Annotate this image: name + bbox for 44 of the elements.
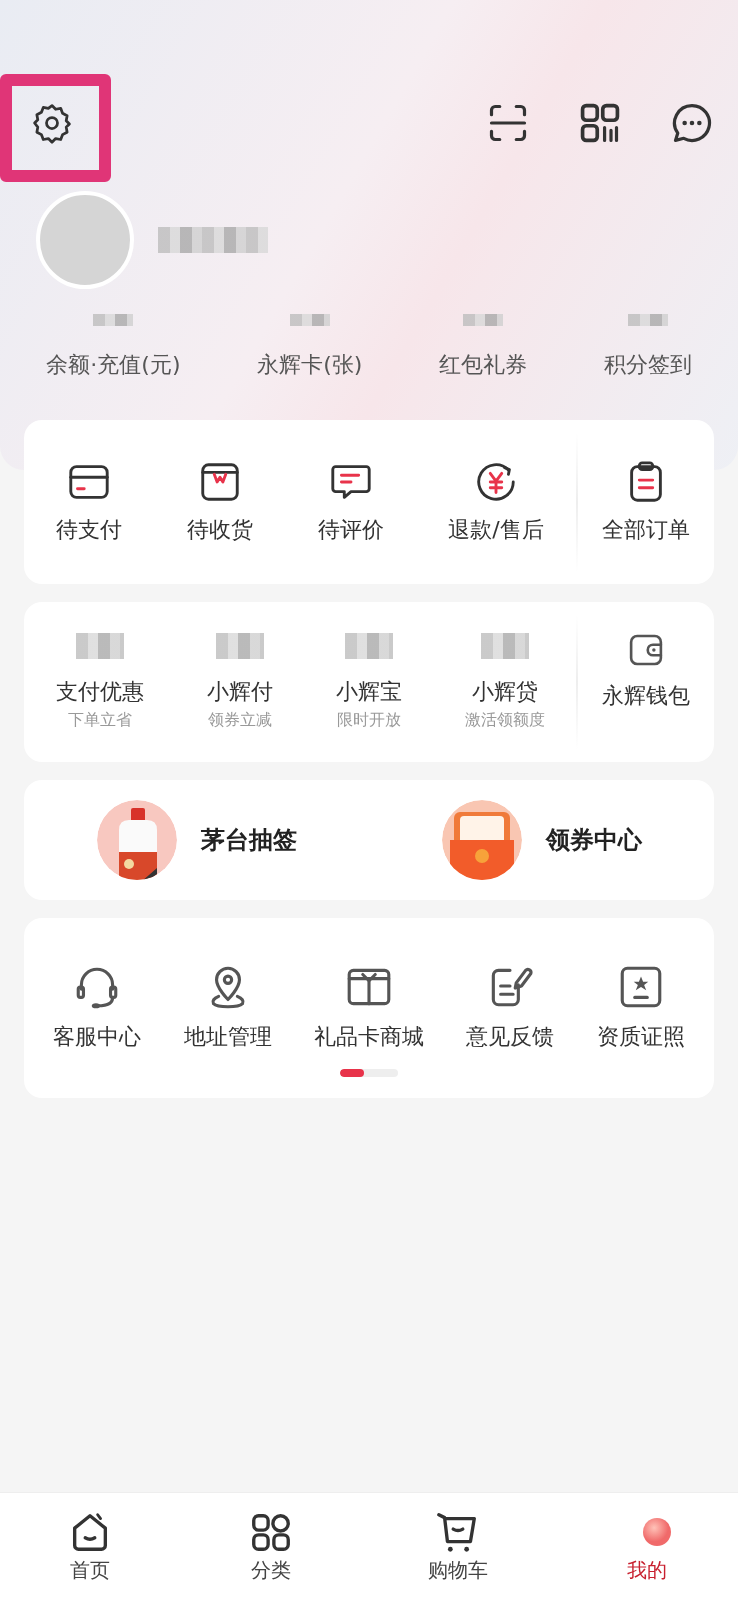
page-indicator	[340, 1069, 398, 1077]
finance-subtitle: 激活领额度	[464, 708, 545, 731]
redacted-value	[289, 314, 330, 326]
finance-link[interactable]: 支付优惠	[55, 674, 144, 708]
profile-icon	[642, 1517, 671, 1546]
promo-link[interactable]: 茅台抽签	[200, 822, 297, 858]
redacted-value	[480, 632, 529, 659]
order-link[interactable]: 待评价	[317, 512, 384, 546]
redacted-value	[344, 632, 393, 659]
finance-link[interactable]: 小辉付	[206, 674, 273, 708]
finance-link[interactable]: 小辉贷	[471, 674, 538, 708]
finance-subtitle: 限时开放	[336, 708, 401, 731]
stat-label[interactable]: 积分签到	[603, 348, 692, 381]
finance-subtitle: 领券立减	[207, 708, 272, 731]
promo-link[interactable]: 领券中心	[545, 822, 642, 858]
wallet-link[interactable]: 永辉钱包	[602, 678, 690, 712]
finance-link[interactable]: 小辉宝	[335, 674, 402, 708]
nav-tab[interactable]: 分类	[250, 1554, 291, 1585]
order-link[interactable]: 待收货	[186, 512, 253, 546]
service-link[interactable]: 地址管理	[183, 1020, 272, 1053]
redacted-value	[215, 632, 264, 659]
all-orders-link[interactable]: 全部订单	[602, 512, 690, 546]
nav-tab[interactable]: 首页	[70, 1554, 111, 1585]
nav-tab[interactable]: 我的	[626, 1554, 667, 1585]
bottle-icon	[96, 800, 177, 880]
coupon-icon	[441, 800, 522, 880]
redacted-value	[93, 314, 134, 326]
settings-icon[interactable]	[30, 101, 74, 145]
redacted-value	[75, 632, 124, 659]
service-link[interactable]: 资质证照	[596, 1020, 685, 1053]
nav-tab[interactable]: 购物车	[428, 1554, 489, 1585]
redacted-value	[627, 314, 668, 326]
service-link[interactable]: 礼品卡商城	[313, 1020, 424, 1053]
stat-label[interactable]: 红包礼券	[439, 348, 527, 381]
order-link[interactable]: 待支付	[56, 512, 123, 546]
order-link[interactable]: 退款/售后	[448, 512, 544, 546]
qr-code-icon[interactable]	[578, 101, 622, 145]
stat-label[interactable]: 永辉卡(张)	[257, 348, 363, 381]
redacted-value	[463, 314, 503, 326]
service-link[interactable]: 意见反馈	[466, 1020, 555, 1053]
service-link[interactable]: 客服中心	[53, 1020, 142, 1053]
stat-label[interactable]: 余额·充值(元)	[46, 348, 181, 381]
finance-subtitle: 下单立省	[67, 708, 132, 731]
message-icon[interactable]	[670, 101, 714, 145]
